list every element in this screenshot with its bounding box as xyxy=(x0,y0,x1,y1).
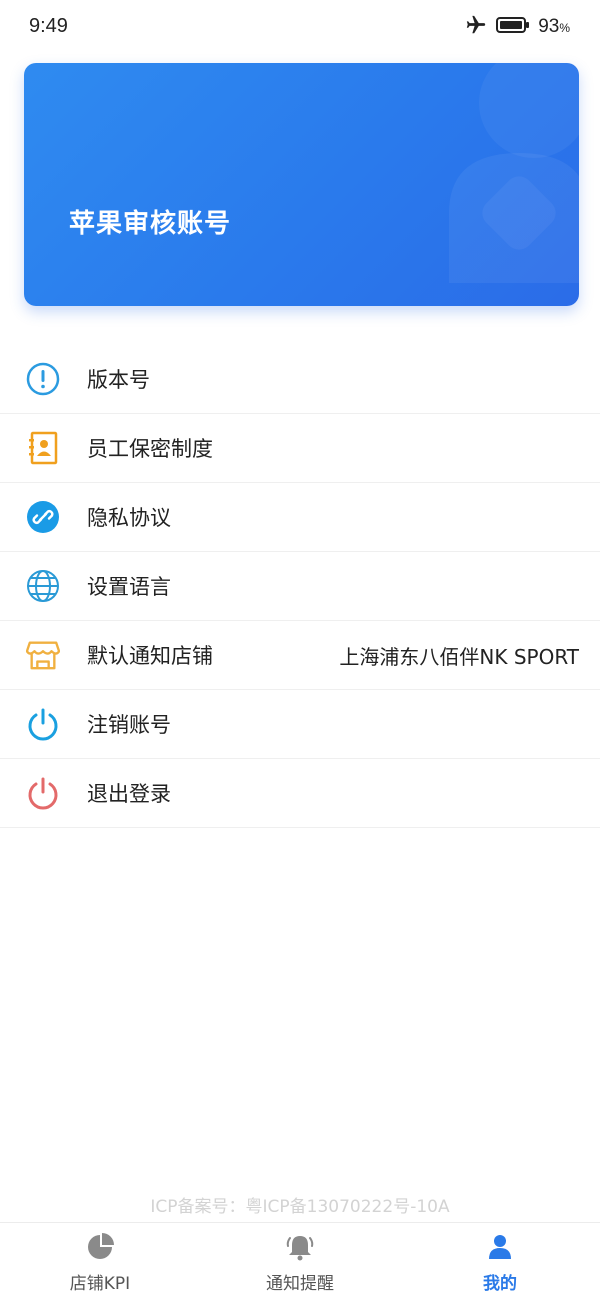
profile-card[interactable]: 苹果审核账号 xyxy=(24,63,579,306)
link-icon xyxy=(26,500,60,534)
menu-item-deactivate-account[interactable]: 注销账号 xyxy=(0,690,600,759)
bell-icon xyxy=(286,1236,314,1261)
menu-item-label: 退出登录 xyxy=(87,782,171,806)
tab-notifications[interactable]: 通知提醒 xyxy=(200,1223,400,1300)
menu-item-label: 版本号 xyxy=(87,368,150,392)
status-icons: 93% xyxy=(464,15,570,39)
menu-item-label: 默认通知店铺 xyxy=(87,644,213,668)
icp-record: ICP备案号：粤ICP备13070222号-10A xyxy=(150,1197,450,1217)
bottom-tab-bar: 店铺KPI 通知提醒 我的 xyxy=(0,1222,600,1300)
default-store-value: 上海浦东八佰伴NK SPORT xyxy=(339,644,579,669)
menu-item-language[interactable]: 设置语言 xyxy=(0,552,600,621)
pie-chart-icon xyxy=(88,1233,114,1259)
info-icon xyxy=(26,362,60,396)
menu-item-default-store[interactable]: 默认通知店铺 上海浦东八佰伴NK SPORT xyxy=(0,621,600,690)
menu-item-label: 员工保密制度 xyxy=(87,437,213,461)
battery-percent: 93% xyxy=(538,16,570,37)
tab-label: 通知提醒 xyxy=(266,1274,334,1294)
tab-label: 我的 xyxy=(483,1274,517,1294)
globe-icon xyxy=(26,569,60,603)
tab-me[interactable]: 我的 xyxy=(400,1223,600,1300)
menu-item-confidentiality[interactable]: 员工保密制度 xyxy=(0,414,600,483)
menu-item-label: 设置语言 xyxy=(87,575,171,599)
power-icon xyxy=(26,707,60,741)
menu-item-privacy[interactable]: 隐私协议 xyxy=(0,483,600,552)
user-icon xyxy=(489,1235,511,1259)
status-bar: 9:49 93% xyxy=(0,0,600,56)
menu-item-label: 隐私协议 xyxy=(87,506,171,530)
menu-item-version[interactable]: 版本号 xyxy=(0,345,600,414)
menu-item-label: 注销账号 xyxy=(87,713,171,737)
power-icon xyxy=(26,776,60,810)
store-icon xyxy=(26,638,60,672)
menu-item-logout[interactable]: 退出登录 xyxy=(0,759,600,828)
profile-name: 苹果审核账号 xyxy=(69,209,232,239)
airplane-icon xyxy=(464,14,488,40)
tab-label: 店铺KPI xyxy=(69,1274,131,1294)
avatar-watermark-icon xyxy=(449,63,579,283)
settings-menu: 版本号 员工保密制度 隐私协议 设置语言 默认通知店铺 上海浦东八佰伴NK SP… xyxy=(0,345,600,828)
tab-store-kpi[interactable]: 店铺KPI xyxy=(0,1223,200,1300)
contact-book-icon xyxy=(26,431,60,465)
battery-icon xyxy=(496,16,530,38)
status-time: 9:49 xyxy=(29,15,68,37)
